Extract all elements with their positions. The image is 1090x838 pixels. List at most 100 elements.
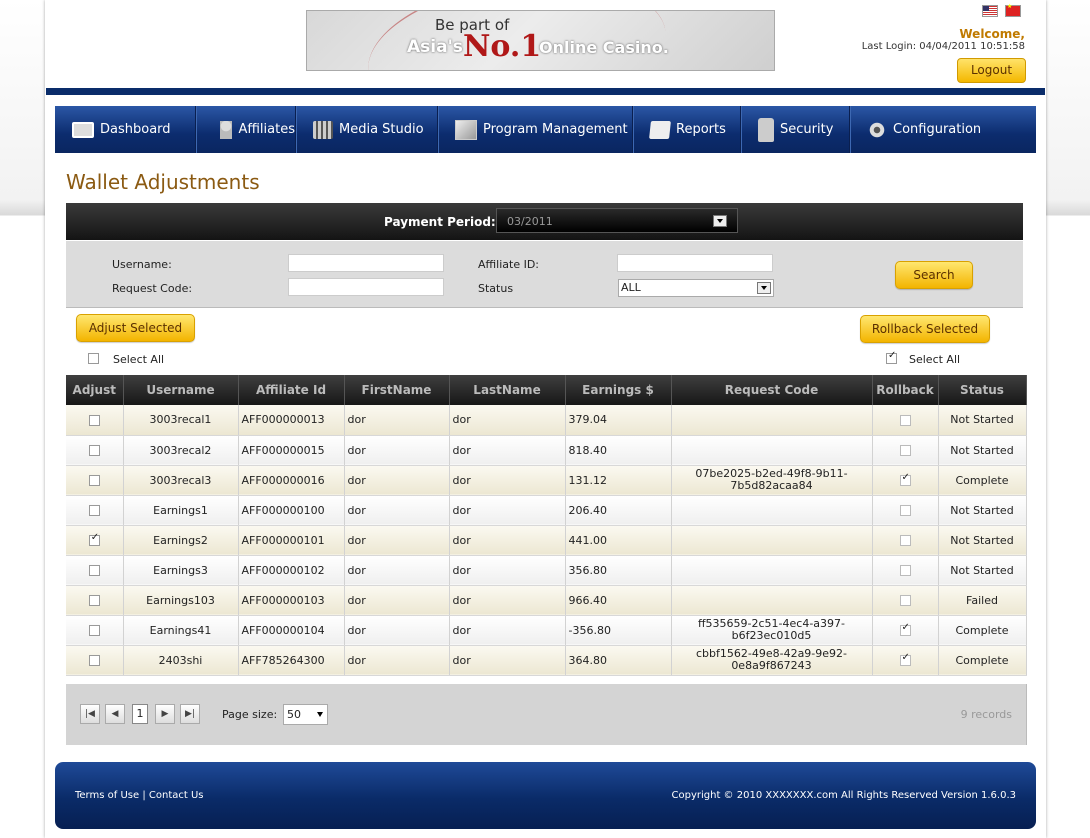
status-select[interactable]: ALL bbox=[618, 279, 774, 297]
select-all-rollback-label: Select All bbox=[909, 353, 961, 366]
search-button[interactable]: Search bbox=[895, 261, 973, 289]
checkbox-cell bbox=[872, 405, 939, 436]
adjust-checkbox[interactable] bbox=[88, 445, 100, 456]
contact-link[interactable]: Contact Us bbox=[149, 790, 204, 801]
adjust-checkbox[interactable] bbox=[88, 595, 100, 606]
footer-separator: | bbox=[142, 790, 146, 801]
column-header[interactable]: Username bbox=[123, 375, 239, 405]
earnings-cell: 356.80 bbox=[565, 555, 672, 586]
payment-period-label: Payment Period: bbox=[384, 215, 496, 229]
rollback-checkbox[interactable] bbox=[899, 565, 911, 576]
chevron-down-icon[interactable] bbox=[757, 282, 771, 294]
china-flag-icon[interactable] bbox=[1005, 3, 1021, 17]
adjust-checkbox[interactable] bbox=[88, 565, 100, 576]
adjust-checkbox[interactable] bbox=[88, 505, 100, 516]
username-input[interactable] bbox=[288, 254, 444, 272]
nav-item-affiliates[interactable]: Affiliates bbox=[196, 106, 296, 153]
username-cell: 3003recal2 bbox=[123, 435, 239, 466]
dashboard-icon bbox=[72, 121, 94, 138]
us-flag-icon[interactable] bbox=[982, 5, 998, 17]
payment-period-bar: Payment Period: 03/2011 bbox=[66, 203, 1023, 240]
request-code-cell bbox=[671, 525, 873, 556]
casino-banner[interactable]: Be part of Asia's No.1 Online Casino. bbox=[306, 10, 775, 71]
adjust-selected-button[interactable]: Adjust Selected bbox=[76, 314, 195, 342]
terms-link[interactable]: Terms of Use bbox=[75, 790, 139, 801]
nav-item-security[interactable]: Security bbox=[741, 106, 850, 153]
table-header-row: Adjust Username Affiliate Id FirstName L… bbox=[66, 375, 1027, 405]
request-code-cell bbox=[671, 555, 873, 586]
page-size-select[interactable]: 50 bbox=[283, 704, 328, 725]
table-row: Earnings3 AFF000000102 dor dor 356.80 Not Sta… bbox=[66, 555, 1027, 586]
first-page-icon[interactable]: |◀ bbox=[80, 704, 100, 724]
first-name-cell: dor bbox=[344, 435, 450, 466]
affiliate-id-input[interactable] bbox=[617, 254, 773, 272]
request-code-cell bbox=[671, 495, 873, 526]
nav-item-configuration[interactable]: Configuration bbox=[850, 106, 1036, 153]
column-header[interactable]: Earnings $ bbox=[565, 375, 672, 405]
checkbox-cell bbox=[66, 465, 124, 496]
affiliates-icon bbox=[220, 120, 233, 139]
earnings-cell: 966.40 bbox=[565, 585, 672, 616]
adjust-checkbox[interactable] bbox=[88, 655, 100, 666]
column-header[interactable]: FirstName bbox=[344, 375, 450, 405]
request-code-cell bbox=[671, 435, 873, 466]
adjust-checkbox[interactable] bbox=[88, 475, 100, 486]
rollback-checkbox[interactable] bbox=[899, 505, 911, 516]
nav-item-program-management[interactable]: Program Management bbox=[438, 106, 633, 153]
select-all-adjust-checkbox[interactable] bbox=[88, 353, 99, 364]
rollback-selected-button[interactable]: Rollback Selected bbox=[860, 315, 990, 343]
column-header[interactable]: Affiliate Id bbox=[238, 375, 345, 405]
nav-item-media-studio[interactable]: Media Studio bbox=[296, 106, 438, 153]
checkbox-cell bbox=[872, 615, 939, 646]
rollback-checkbox[interactable] bbox=[899, 414, 911, 426]
prev-page-icon[interactable]: ◀ bbox=[105, 704, 125, 724]
checkbox-cell bbox=[66, 615, 124, 646]
logout-button[interactable]: Logout bbox=[957, 58, 1026, 83]
table-row: 3003recal2 AFF000000015 dor dor 818.40 Not St… bbox=[66, 435, 1027, 466]
nav-label: Program Management bbox=[483, 122, 628, 137]
page-title: Wallet Adjustments bbox=[66, 170, 260, 194]
nav-item-dashboard[interactable]: Dashboard bbox=[55, 106, 196, 153]
column-header[interactable]: Adjust bbox=[66, 375, 124, 405]
pager: |◀ ◀ 1 ▶ ▶| Page size: 50 9 records bbox=[66, 684, 1027, 745]
affiliate-id-cell: AFF785264300 bbox=[238, 645, 345, 676]
chevron-down-icon[interactable] bbox=[713, 215, 727, 227]
last-page-icon[interactable]: ▶| bbox=[180, 704, 200, 724]
request-code-input[interactable] bbox=[288, 278, 444, 296]
checkbox-cell bbox=[66, 495, 124, 526]
earnings-cell: 818.40 bbox=[565, 435, 672, 466]
column-header[interactable]: Request Code bbox=[671, 375, 873, 405]
rollback-checkbox[interactable] bbox=[899, 622, 911, 636]
payment-period-select[interactable]: 03/2011 bbox=[496, 208, 738, 233]
adjust-checkbox[interactable] bbox=[88, 532, 100, 546]
username-cell: Earnings1 bbox=[123, 495, 239, 526]
status-label: Status bbox=[478, 282, 514, 295]
nav-item-reports[interactable]: Reports bbox=[633, 106, 741, 153]
rollback-checkbox[interactable] bbox=[899, 445, 911, 456]
nav-label: Dashboard bbox=[100, 122, 171, 137]
adjust-checkbox[interactable] bbox=[88, 414, 100, 426]
rollback-checkbox[interactable] bbox=[899, 535, 911, 546]
footer: Terms of Use | Contact Us Copyright © 20… bbox=[55, 762, 1036, 829]
last-name-cell: dor bbox=[449, 615, 566, 646]
column-header[interactable]: Rollback bbox=[872, 375, 939, 405]
column-header[interactable]: Status bbox=[938, 375, 1027, 405]
select-all-adjust-label: Select All bbox=[113, 353, 165, 366]
select-all-rollback-checkbox[interactable] bbox=[886, 350, 897, 364]
column-header[interactable]: LastName bbox=[449, 375, 566, 405]
chevron-down-icon bbox=[317, 712, 323, 717]
last-name-cell: dor bbox=[449, 585, 566, 616]
next-page-icon[interactable]: ▶ bbox=[155, 704, 175, 724]
first-name-cell: dor bbox=[344, 615, 450, 646]
page-number-button[interactable]: 1 bbox=[132, 704, 148, 724]
rollback-checkbox[interactable] bbox=[899, 652, 911, 666]
checkbox-cell bbox=[66, 645, 124, 676]
adjust-checkbox[interactable] bbox=[88, 625, 100, 636]
checkbox-cell bbox=[872, 435, 939, 466]
rollback-checkbox[interactable] bbox=[899, 472, 911, 486]
gear-icon bbox=[867, 119, 887, 140]
status-cell: Not Started bbox=[938, 435, 1027, 466]
rollback-checkbox[interactable] bbox=[899, 595, 911, 606]
status-cell: Failed bbox=[938, 585, 1027, 616]
status-cell: Not Started bbox=[938, 495, 1027, 526]
